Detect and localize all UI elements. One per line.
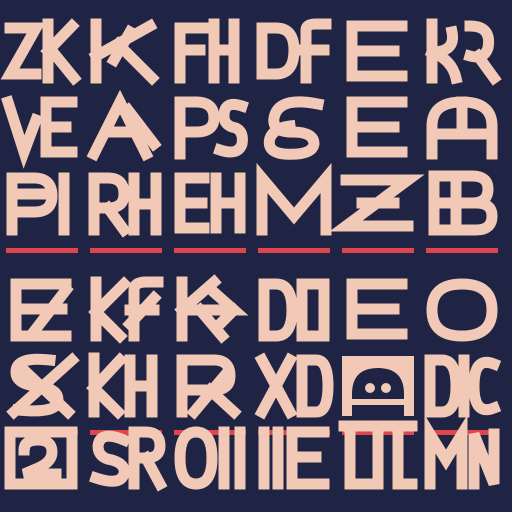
glyph-b-badge bbox=[342, 356, 414, 416]
row-rule bbox=[426, 248, 498, 253]
glyph-sheet bbox=[0, 0, 512, 512]
glyph-ll-l bbox=[338, 420, 418, 490]
row-rule bbox=[342, 248, 414, 253]
row-rule bbox=[258, 248, 330, 253]
row-rule bbox=[90, 248, 162, 253]
badge-eye-right bbox=[381, 383, 391, 393]
row-rule bbox=[6, 248, 78, 253]
badge-eye-left bbox=[365, 383, 375, 393]
row-rule bbox=[174, 248, 246, 253]
badge-arch bbox=[352, 368, 404, 416]
